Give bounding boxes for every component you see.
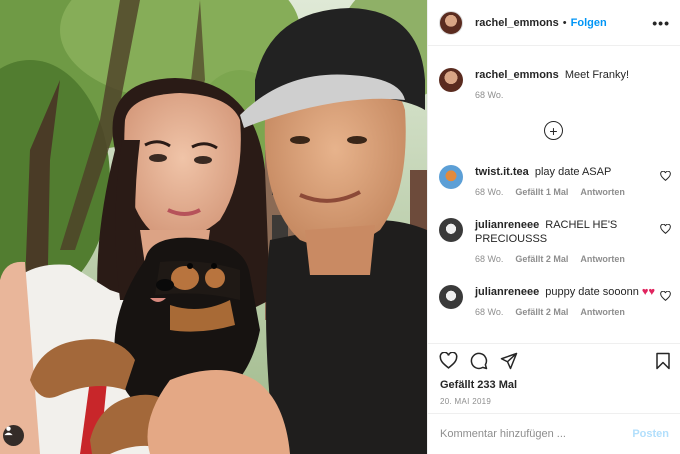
heart-icon[interactable] [660,291,671,301]
post-side-panel: rachel_emmons • Folgen ••• rachel_emmons… [427,0,680,454]
post-header: rachel_emmons • Folgen ••• [428,0,680,46]
post-photo[interactable] [0,0,427,454]
comment-input[interactable]: Kommentar hinzufügen ... [440,428,566,440]
likes-count[interactable]: Gefällt 233 Mal [440,379,517,391]
comment-time[interactable]: 68 Wo. [475,252,503,266]
heart-emoji-icon: ♥♥ [641,286,655,298]
heart-icon[interactable] [660,224,671,234]
comment-likes[interactable]: Gefällt 1 Mal [515,185,568,199]
avatar[interactable] [439,10,463,35]
post-comment-button[interactable]: Posten [632,428,669,440]
comment-icon[interactable] [470,352,488,370]
caption-text: Meet Franky! [564,69,630,81]
more-icon[interactable]: ••• [652,15,670,31]
caption-time[interactable]: 68 Wo. [475,88,503,102]
comment-item: julianreneee puppy date sooonn ♥♥ 68 Wo.… [439,285,675,319]
user-tag-icon [4,426,13,436]
comment-item: julianreneee RACHEL HE'S PRECIOUSSS 68 W… [439,218,675,266]
comment-likes[interactable]: Gefällt 2 Mal [515,252,568,266]
comment-username[interactable]: julianreneee [475,219,539,231]
comment-time[interactable]: 68 Wo. [475,305,503,319]
comments-section: rachel_emmons Meet Franky! 68 Wo. + twis… [428,46,680,346]
follow-button[interactable]: Folgen [571,17,607,29]
reply-button[interactable]: Antworten [580,252,625,266]
post-date[interactable]: 20. MAI 2019 [440,397,491,406]
comment-text: puppy date sooonn [545,286,639,298]
plus-circle-icon: + [549,122,558,139]
avatar[interactable] [439,165,463,189]
avatar[interactable] [439,68,463,92]
heart-icon[interactable] [660,171,671,181]
comment-text: play date ASAP [534,166,612,178]
header-separator: • [562,16,567,29]
reply-button[interactable]: Antworten [580,305,625,319]
share-icon[interactable] [500,352,518,370]
caption: rachel_emmons Meet Franky! 68 Wo. [439,68,675,102]
header-username[interactable]: rachel_emmons [475,17,559,29]
avatar[interactable] [439,285,463,309]
add-comment-bar: Kommentar hinzufügen ... Posten [428,413,680,454]
bookmark-icon[interactable] [655,352,671,370]
reply-button[interactable]: Antworten [580,185,625,199]
caption-username[interactable]: rachel_emmons [475,69,559,81]
load-more-comments-button[interactable]: + [544,121,563,140]
comment-likes[interactable]: Gefällt 2 Mal [515,305,568,319]
comment-item: twist.it.tea play date ASAP 68 Wo. Gefäl… [439,165,675,199]
user-tag-button[interactable] [3,425,24,446]
heart-icon[interactable] [439,352,458,369]
comment-time[interactable]: 68 Wo. [475,185,503,199]
instagram-post: rachel_emmons • Folgen ••• rachel_emmons… [0,0,680,454]
photo-illustration [0,0,427,454]
comment-username[interactable]: julianreneee [475,286,539,298]
post-actions: Gefällt 233 Mal 20. MAI 2019 [428,343,680,413]
comment-username[interactable]: twist.it.tea [475,166,529,178]
avatar[interactable] [439,218,463,242]
